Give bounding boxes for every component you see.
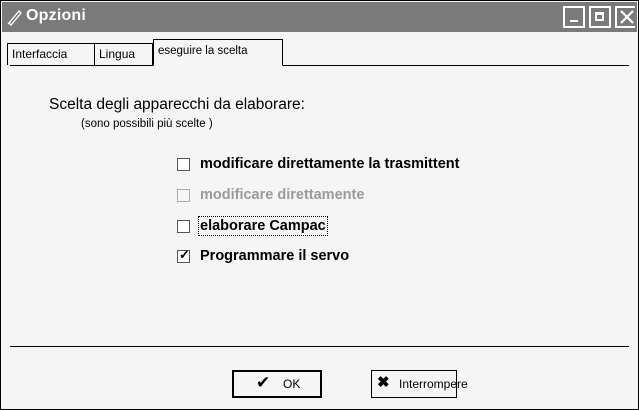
- x-icon: ✖: [377, 374, 390, 391]
- checkbox[interactable]: [177, 220, 190, 233]
- close-icon: [620, 10, 634, 24]
- checkbox: [177, 189, 190, 202]
- ok-button[interactable]: ✔ OK: [232, 370, 322, 398]
- ok-label: OK: [283, 377, 301, 391]
- checkbox[interactable]: ✓: [177, 247, 190, 263]
- option-label: elaborare Campac: [198, 216, 328, 236]
- options-window: Opzioni Interfaccia Lingua eseguire la s…: [0, 0, 639, 410]
- close-button[interactable]: [615, 6, 635, 28]
- section-subtitle: (sono possibili più scelte ): [81, 118, 213, 130]
- minimize-button[interactable]: [563, 6, 585, 28]
- tab-lingua[interactable]: Lingua: [94, 43, 153, 65]
- option-label: modificare direttamente la trasmittent: [200, 156, 460, 172]
- checkmark-icon: ✓: [179, 247, 190, 262]
- option-label: Programmare il servo: [200, 248, 350, 264]
- cancel-button[interactable]: ✖ Interrompere: [371, 370, 468, 398]
- divider: [10, 346, 629, 347]
- tab-interfaccia[interactable]: Interfaccia: [7, 43, 94, 65]
- checkbox[interactable]: [177, 158, 190, 171]
- cancel-label: Interrompere: [399, 377, 468, 391]
- pen-icon: [7, 10, 22, 26]
- section-title: Scelta degli apparecchi da elaborare:: [49, 96, 305, 113]
- maximize-button[interactable]: [589, 6, 611, 28]
- check-icon: ✔: [256, 373, 271, 392]
- tab-eseguire-la-scelta[interactable]: eseguire la scelta: [153, 39, 283, 66]
- window-title: Opzioni: [26, 7, 87, 24]
- title-bar[interactable]: Opzioni: [2, 2, 637, 32]
- option-label: modificare direttamente: [200, 187, 365, 203]
